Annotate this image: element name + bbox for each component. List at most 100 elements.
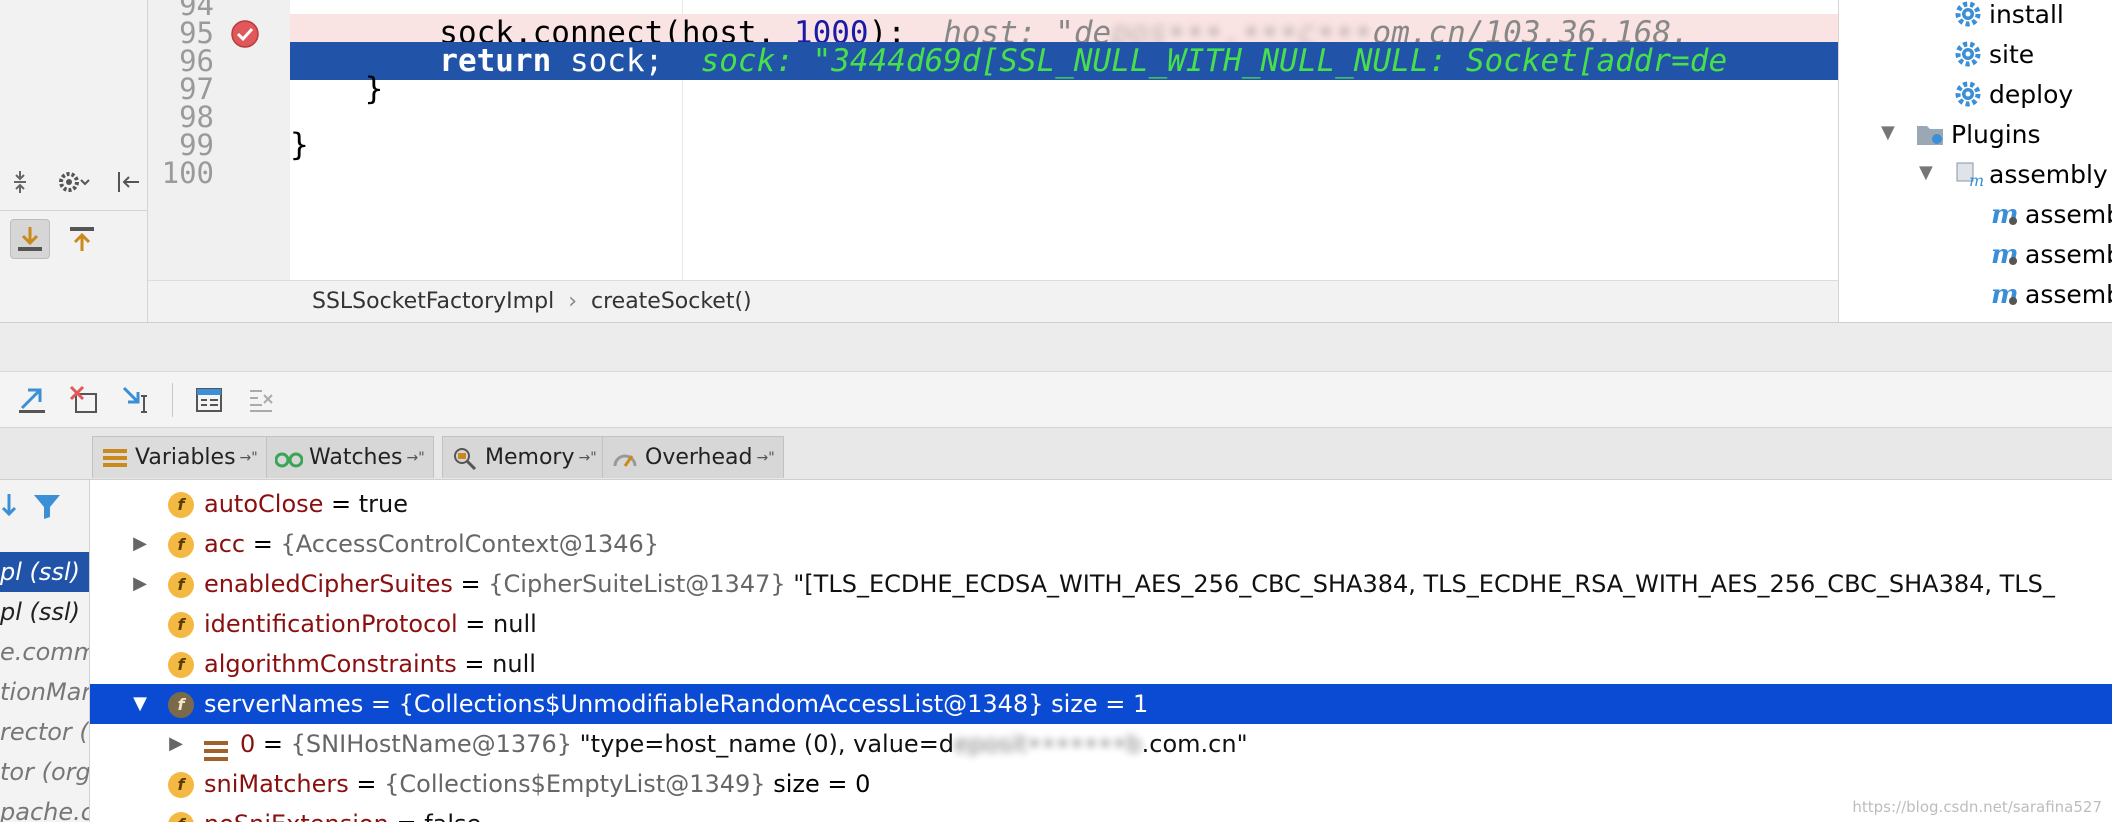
tab-label: Overhead: [645, 445, 753, 470]
variable-row-enabledciphersuites[interactable]: ▶ f enabledCipherSuites = {CipherSuiteLi…: [90, 564, 2112, 604]
variable-row-snimatchers[interactable]: f sniMatchers = {Collections$EmptyList@1…: [90, 764, 2112, 804]
tab-overhead[interactable]: Overhead →": [602, 436, 784, 478]
variable-ref: {SNIHostName@1376}: [290, 730, 572, 758]
variable-ref: {AccessControlContext@1346}: [280, 530, 660, 558]
field-icon: f: [168, 612, 194, 638]
frame-text: pache.c: [0, 798, 90, 822]
field-icon: f: [168, 772, 194, 798]
variable-value: null: [492, 650, 536, 678]
tree-item-label: assembl: [2025, 239, 2112, 269]
run-to-cursor-icon[interactable]: [118, 382, 154, 418]
chevron-down-icon[interactable]: ▼: [1881, 122, 1895, 143]
equals-sign: =: [457, 610, 494, 638]
maven-plugin-icon: m: [1953, 159, 1983, 189]
evaluate-expression-icon[interactable]: [191, 382, 227, 418]
variables-icon: [101, 444, 129, 472]
variable-value: .com.cn": [1141, 730, 1248, 758]
filter-icon[interactable]: [32, 492, 62, 524]
variable-name: acc: [204, 530, 246, 558]
variable-name: autoClose: [204, 490, 324, 518]
tab-pin-icon[interactable]: →": [578, 450, 596, 466]
tree-item-deploy[interactable]: deploy: [1953, 74, 2073, 114]
breadcrumb-item-class[interactable]: SSLSocketFactoryImpl: [312, 289, 554, 314]
gear-icon: [1953, 0, 1983, 29]
variable-name: serverNames: [204, 690, 364, 718]
upload-icon[interactable]: [62, 219, 102, 259]
collapse-all-icon[interactable]: [0, 162, 40, 202]
tab-watches[interactable]: Watches →": [266, 436, 434, 478]
code-editor[interactable]: sock.connect(host, 1000); host: "depos••…: [290, 0, 1838, 280]
frame-item[interactable]: pl (ssl): [0, 592, 89, 632]
variable-row-acc[interactable]: ▶ f acc = {AccessControlContext@1346}: [90, 524, 2112, 564]
tab-label: Memory: [485, 445, 575, 470]
chevron-down-icon[interactable]: ▼: [1919, 162, 1933, 183]
variable-row-servernames[interactable]: ▼ f serverNames = {Collections$Unmodifia…: [90, 684, 2112, 724]
chevron-down-icon[interactable]: ▼: [130, 684, 150, 724]
variable-row-algorithmconstraints[interactable]: f algorithmConstraints = null: [90, 644, 2112, 684]
variable-name: algorithmConstraints: [204, 650, 457, 678]
breakpoint-icon[interactable]: [230, 19, 260, 53]
chevron-right-icon[interactable]: ▶: [130, 564, 150, 604]
tree-item-assembly[interactable]: m assembly: [1953, 154, 2108, 194]
memory-icon: [451, 444, 479, 472]
variable-row-element-0[interactable]: ▶ 0 = {SNIHostName@1376} "type=host_name…: [90, 724, 2112, 764]
frame-text: pl (ssl): [0, 598, 80, 626]
chevron-right-icon[interactable]: ▶: [166, 724, 186, 764]
equals-sign: =: [363, 690, 399, 718]
variable-size: size = 1: [1043, 690, 1149, 718]
frame-item[interactable]: pl (ssl): [0, 552, 89, 592]
gear-icon[interactable]: [54, 162, 94, 202]
pin-to-left-icon[interactable]: [108, 162, 148, 202]
equals-sign: =: [348, 770, 385, 798]
code-line-97[interactable]: }: [290, 70, 1838, 108]
variable-row-nosniextension[interactable]: f noSniExtension = false: [90, 804, 2112, 822]
tree-item-plugins[interactable]: Plugins: [1915, 114, 2041, 154]
frame-item[interactable]: tionMar: [0, 672, 89, 712]
field-icon: f: [168, 692, 194, 718]
variable-size: size = 0: [765, 770, 871, 798]
frame-item[interactable]: e.comm: [0, 632, 89, 672]
overhead-icon: [611, 444, 639, 472]
tab-label: Watches: [309, 445, 403, 470]
trace-icon[interactable]: [243, 382, 279, 418]
tree-item-install[interactable]: install: [1953, 0, 2064, 34]
tree-item-label: assembl: [2025, 199, 2112, 229]
tab-pin-icon[interactable]: →": [240, 450, 258, 466]
tab-pin-icon[interactable]: →": [407, 450, 425, 466]
watermark-text: https://blog.csdn.net/sarafina527: [1852, 798, 2102, 816]
arrow-down-icon[interactable]: [0, 492, 18, 524]
field-icon: f: [168, 572, 194, 598]
frame-text: tor (org: [0, 758, 90, 786]
variable-ref: {CipherSuiteList@1347}: [488, 570, 786, 598]
tree-item-site[interactable]: site: [1953, 34, 2034, 74]
code-line-99[interactable]: }: [290, 126, 1838, 164]
debugger-tabbar: Variables →" Watches →" Memory →" Overhe…: [0, 428, 2112, 480]
download-sources-icon[interactable]: [10, 218, 50, 259]
frame-item[interactable]: rector (: [0, 712, 89, 752]
maven-goal-icon: m: [1989, 199, 2019, 229]
drop-frame-icon[interactable]: [66, 382, 102, 418]
tab-label: Variables: [135, 445, 236, 470]
variable-row-autoclose[interactable]: f autoClose = true: [90, 484, 2112, 524]
frame-item[interactable]: pache.c: [0, 792, 90, 822]
tab-variables[interactable]: Variables →": [92, 436, 267, 478]
variables-panel: f autoClose = true ▶ f acc = {AccessCont…: [90, 480, 2112, 822]
equals-sign: =: [245, 530, 281, 558]
tree-item-goal[interactable]: m assembl: [1989, 274, 2112, 314]
tree-item-goal[interactable]: m assembl: [1989, 234, 2112, 274]
field-icon: f: [168, 812, 194, 822]
chevron-right-icon[interactable]: ▶: [130, 524, 150, 564]
left-toolbar-row: [0, 160, 148, 204]
equals-sign: =: [456, 650, 493, 678]
frame-item[interactable]: tor (org: [0, 752, 90, 792]
tab-pin-icon[interactable]: →": [756, 450, 774, 466]
tree-item-label: site: [1989, 39, 2035, 69]
frame-text: rector (: [0, 718, 89, 746]
variable-row-identificationprotocol[interactable]: f identificationProtocol = null: [90, 604, 2112, 644]
step-out-icon[interactable]: [14, 382, 50, 418]
editor-gutter: 94 95 96 97 98 99 100: [148, 0, 306, 280]
breadcrumb-item-method[interactable]: createSocket(): [591, 289, 752, 314]
tree-item-goal[interactable]: m assembl: [1989, 194, 2112, 234]
tree-item-label: deploy: [1989, 79, 2074, 109]
tab-memory[interactable]: Memory →": [442, 436, 606, 478]
